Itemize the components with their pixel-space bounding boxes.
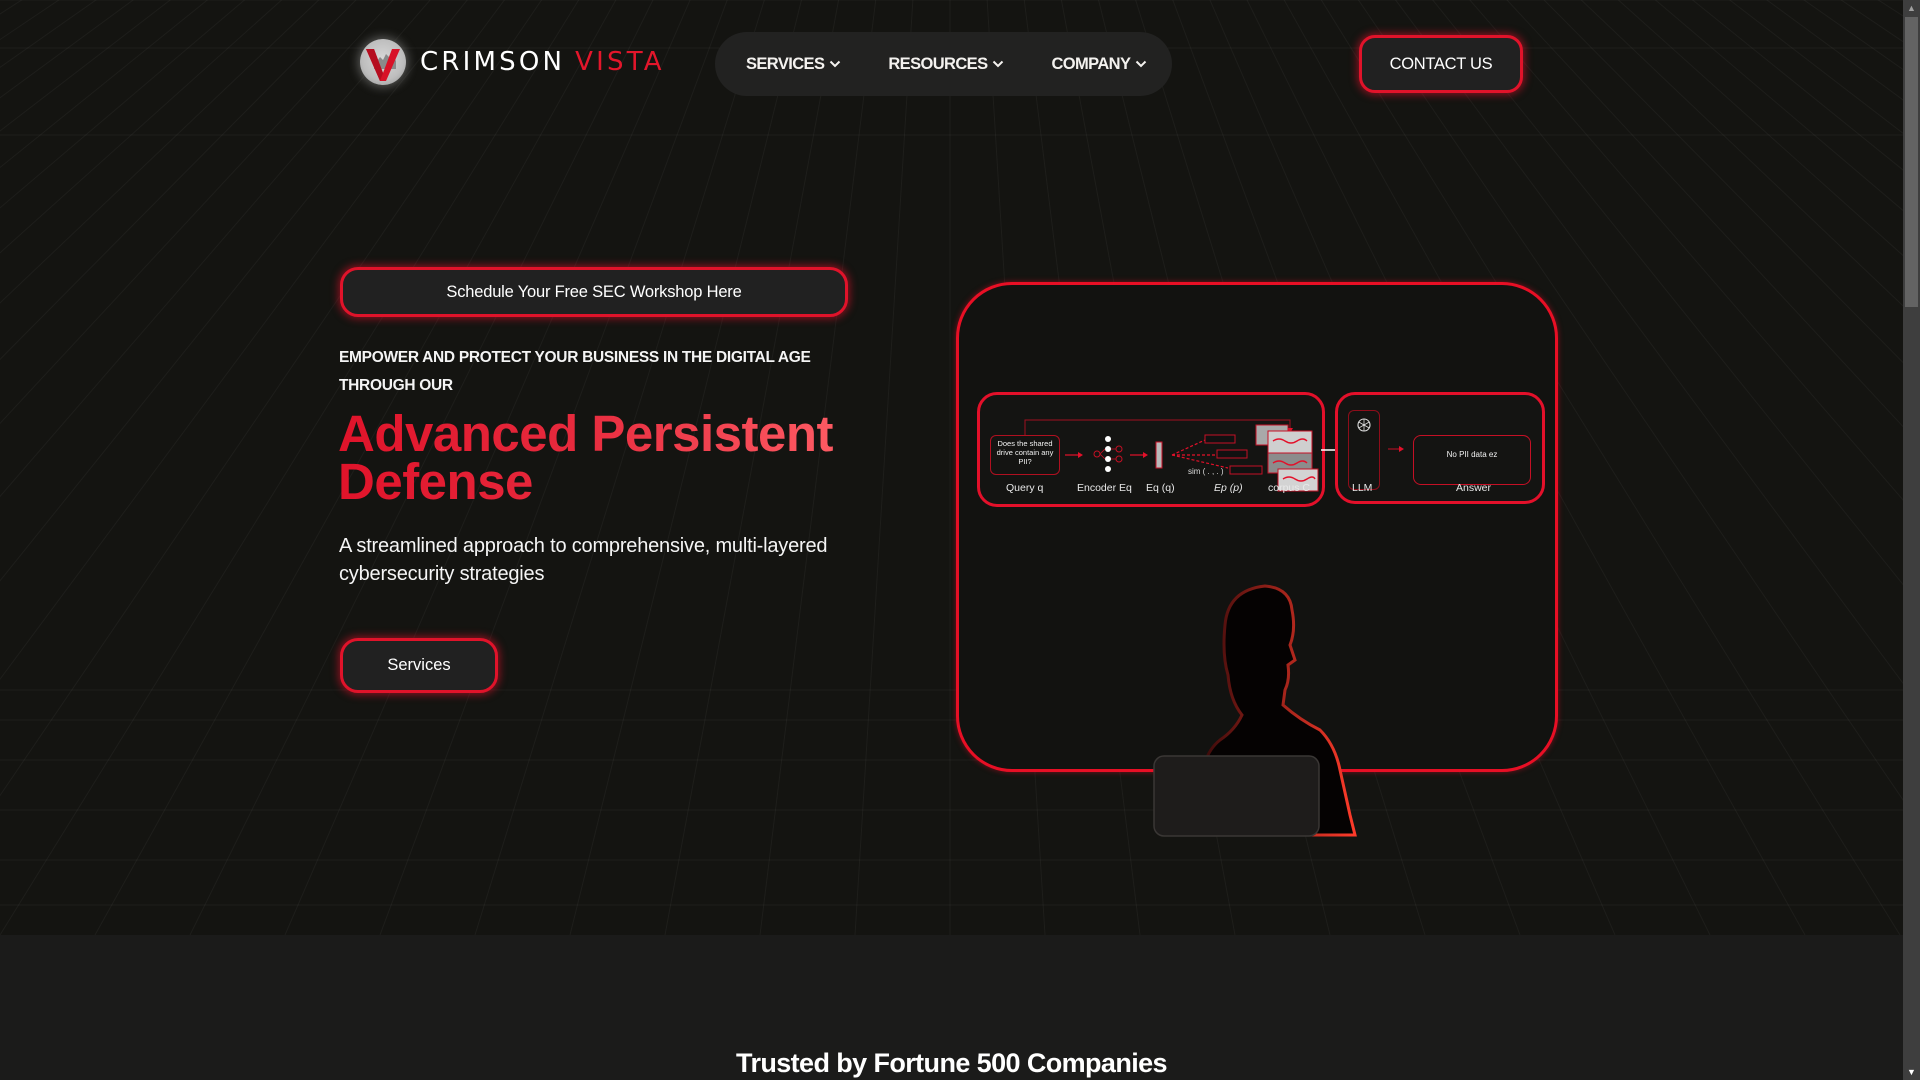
hero-headline: Advanced Persistent Defense <box>338 408 858 507</box>
query-text-box: Does the shared drive contain any PII? <box>990 435 1060 475</box>
chevron-down-icon <box>993 60 1004 68</box>
nav-company[interactable]: COMPANY <box>1051 55 1147 74</box>
scroll-down-arrow-icon[interactable]: ▼ <box>1903 1064 1920 1080</box>
person-silhouette-icon <box>1153 584 1357 837</box>
arrow-llm-answer <box>1388 446 1404 452</box>
ep-vector-3 <box>1229 465 1263 475</box>
label-encoder: Encoder Eq <box>1077 482 1132 494</box>
page-scrollbar[interactable]: ▲ ▼ <box>1903 0 1920 1080</box>
hero-subtext: A streamlined approach to comprehensive,… <box>339 535 828 585</box>
chevron-down-icon <box>1136 60 1147 68</box>
llm-panel: No PII data ez LLM Answer <box>1335 392 1545 504</box>
label-answer: Answer <box>1456 482 1492 494</box>
llm-box <box>1348 410 1380 490</box>
openai-logo-icon <box>1357 418 1371 432</box>
contact-us-button[interactable]: CONTACT US <box>1359 35 1523 93</box>
hero-eyebrow: EMPOWER AND PROTECT YOUR BUSINESS IN THE… <box>339 349 811 394</box>
eq-vector <box>1155 441 1163 469</box>
main-nav: SERVICES RESOURCES COMPANY <box>715 32 1172 96</box>
feedback-line <box>1024 419 1291 435</box>
nav-resources[interactable]: RESOURCES <box>888 55 1004 74</box>
sim-label: sim ( . , . ) <box>1188 467 1224 476</box>
v-mountain-logo-icon <box>360 39 406 85</box>
scrollbar-thumb[interactable] <box>1905 17 1918 307</box>
chevron-down-icon <box>830 60 841 68</box>
label-llm: LLM <box>1352 482 1373 494</box>
ep-vector-1 <box>1204 434 1236 444</box>
schedule-workshop-button[interactable]: Schedule Your Free SEC Workshop Here <box>340 267 848 317</box>
nav-company-label: COMPANY <box>1051 54 1131 73</box>
ep-vector-2 <box>1216 449 1248 459</box>
nav-resources-label: RESOURCES <box>888 54 988 73</box>
label-corpus: corpus C <box>1268 482 1311 494</box>
nav-services-label: SERVICES <box>746 54 825 73</box>
label-eq: Eq (q) <box>1146 482 1175 494</box>
brand-name: CRIMSON VISTA <box>420 47 665 77</box>
nav-services[interactable]: SERVICES <box>746 55 841 74</box>
brand-name-accent: VISTA <box>575 47 665 77</box>
neural-network-icon <box>1093 436 1123 472</box>
hero-background <box>0 0 1903 935</box>
services-button[interactable]: Services <box>340 638 498 693</box>
chair-back <box>1153 755 1320 837</box>
perspective-grid <box>0 0 1903 935</box>
scroll-up-arrow-icon[interactable]: ▲ <box>1903 0 1920 16</box>
label-query: Query q <box>1006 482 1044 494</box>
retrieval-panel: Does the shared drive contain any PII? s… <box>977 392 1325 507</box>
trusted-title: Trusted by Fortune 500 Companies <box>736 1048 1168 1078</box>
brand-logo[interactable]: CRIMSON VISTA <box>360 34 665 90</box>
answer-box: No PII data ez <box>1413 435 1531 485</box>
brand-name-primary: CRIMSON <box>420 47 566 77</box>
label-ep: Ep (p) <box>1214 482 1243 494</box>
